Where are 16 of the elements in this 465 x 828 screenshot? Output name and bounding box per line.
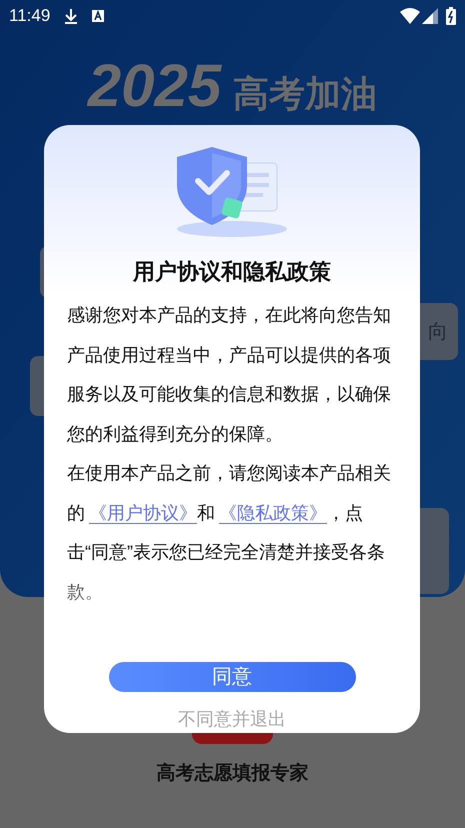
download-icon xyxy=(64,8,78,24)
dialog-title: 用户协议和隐私政策 xyxy=(133,258,331,286)
intro-paragraph: 感谢您对本产品的支持，在此将向您告知产品使用过程当中，产品可以提供的各项服务以及可能收集的信息和数据，以确保您的利益得到充分的保障。 xyxy=(67,304,392,446)
notice-paragraph: 在使用本产品之前，请您阅读本产品相关的 《用户协议》和 《隐私政策》，点击“同意”表示您已经完全清楚并接受各条款。 xyxy=(67,462,392,604)
keyboard-icon xyxy=(92,10,104,22)
policy-link[interactable]: 《隐私政策》 xyxy=(215,502,327,522)
battery-icon xyxy=(446,7,456,25)
headline-text: 高考加油 xyxy=(233,72,378,116)
decline-link[interactable]: 不同意并退出 xyxy=(178,706,286,733)
policy-link[interactable]: 《用户协议》 xyxy=(85,502,197,522)
wifi-icon xyxy=(400,8,420,24)
agree-button[interactable]: 同意 xyxy=(108,662,356,692)
status-time: 11:49 xyxy=(9,5,50,28)
headline-year: 2025 xyxy=(88,56,222,116)
footer-title: 高考志愿填报专家 xyxy=(156,762,308,786)
signal-icon xyxy=(422,8,438,24)
